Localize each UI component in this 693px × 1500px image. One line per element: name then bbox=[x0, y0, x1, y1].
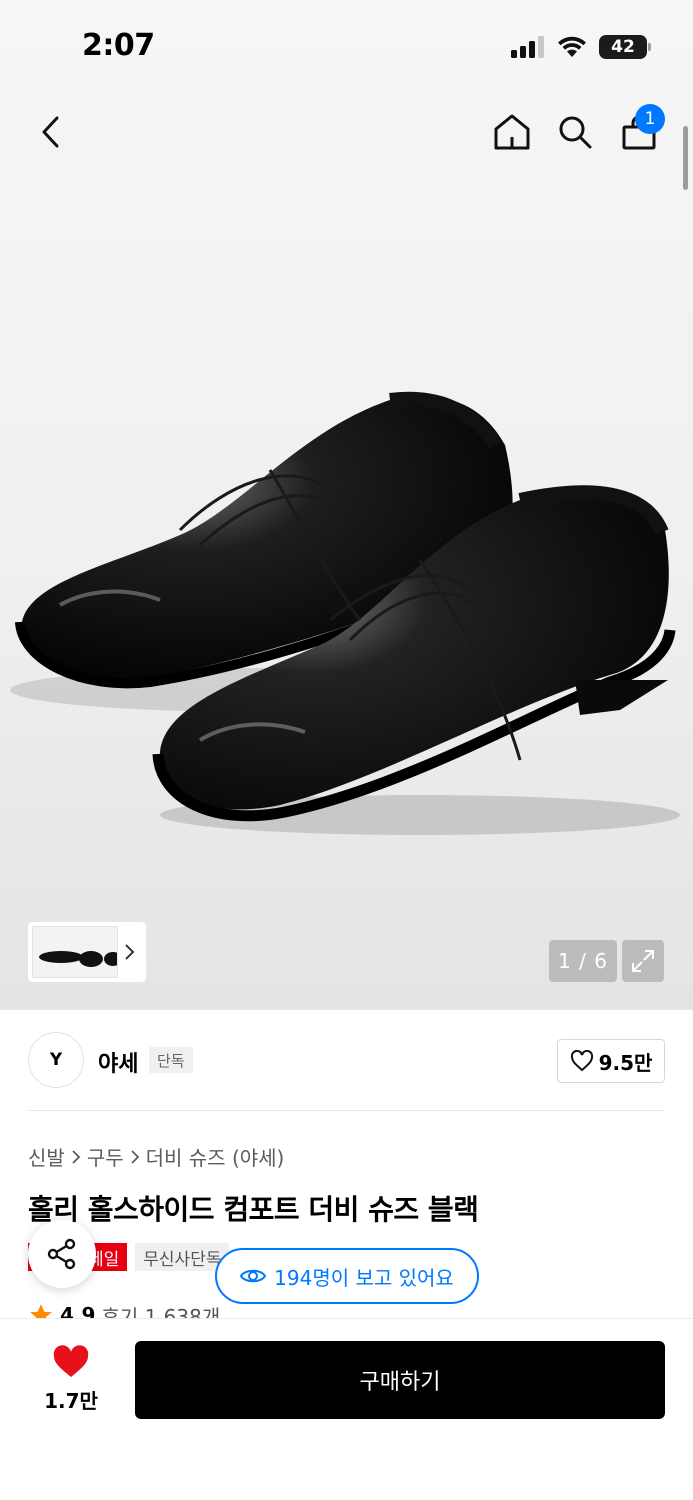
image-counter: 1 / 6 bbox=[549, 940, 617, 982]
product-title: 홀리 홀스하이드 컴포트 더비 슈즈 블랙 bbox=[28, 1193, 479, 1226]
viewers-toast: 194명이 보고 있어요 bbox=[215, 1248, 479, 1304]
status-time: 2:07 bbox=[82, 28, 155, 63]
heart-filled-icon bbox=[53, 1345, 89, 1377]
breadcrumb-item-dress-shoes[interactable]: 구두 bbox=[87, 1142, 124, 1171]
product-photo-derby-shoes bbox=[10, 391, 680, 835]
breadcrumb-item-shoes[interactable]: 신발 bbox=[28, 1142, 65, 1171]
eye-icon bbox=[240, 1269, 267, 1283]
home-button[interactable] bbox=[484, 104, 540, 160]
divider bbox=[28, 1110, 665, 1111]
expand-button[interactable] bbox=[622, 940, 664, 982]
brand-like-button[interactable]: 9.5만 bbox=[557, 1039, 665, 1083]
viewers-text: 194명이 보고 있어요 bbox=[274, 1265, 454, 1290]
brand-exclusive-tag: 단독 bbox=[149, 1047, 193, 1073]
bottom-action-bar: 1.7만 구매하기 bbox=[0, 1318, 693, 1500]
status-bar: 2:07 42 bbox=[0, 0, 693, 90]
cart-count-badge: 1 bbox=[635, 104, 665, 134]
search-button[interactable] bbox=[547, 104, 603, 160]
brand-logo[interactable]: Y bbox=[28, 1032, 84, 1088]
search-icon bbox=[559, 116, 592, 149]
status-icons: 42 bbox=[511, 34, 651, 60]
back-chevron-icon bbox=[42, 116, 59, 148]
expand-icon bbox=[632, 950, 654, 972]
thumbnail-strip[interactable] bbox=[28, 922, 146, 982]
home-icon bbox=[494, 114, 530, 150]
wifi-icon bbox=[558, 36, 586, 57]
back-button[interactable] bbox=[22, 104, 78, 160]
brand-like-count: 9.5만 bbox=[598, 1050, 653, 1075]
battery-icon: 42 bbox=[599, 35, 651, 59]
chevron-right-icon bbox=[72, 1149, 81, 1164]
product-like-button[interactable]: 1.7만 bbox=[28, 1345, 114, 1414]
buy-button[interactable]: 구매하기 bbox=[135, 1341, 665, 1419]
brand-name[interactable]: 야세 bbox=[98, 1046, 138, 1078]
scrollbar[interactable] bbox=[683, 126, 688, 190]
product-like-count: 1.7만 bbox=[44, 1389, 98, 1413]
heart-outline-icon bbox=[570, 1050, 593, 1072]
thumbnail-image[interactable] bbox=[32, 926, 118, 978]
share-icon bbox=[47, 1238, 76, 1270]
breadcrumb: 신발 구두 더비 슈즈 (야세) bbox=[28, 1142, 284, 1171]
chevron-right-icon bbox=[125, 944, 135, 960]
breadcrumb-item-derby-shoes[interactable]: 더비 슈즈 (야세) bbox=[146, 1142, 285, 1171]
brand-row[interactable]: Y 야세 단독 9.5만 bbox=[28, 1032, 665, 1088]
chevron-right-icon bbox=[130, 1149, 139, 1164]
share-button[interactable] bbox=[28, 1220, 96, 1288]
cellular-signal-icon bbox=[511, 36, 544, 58]
